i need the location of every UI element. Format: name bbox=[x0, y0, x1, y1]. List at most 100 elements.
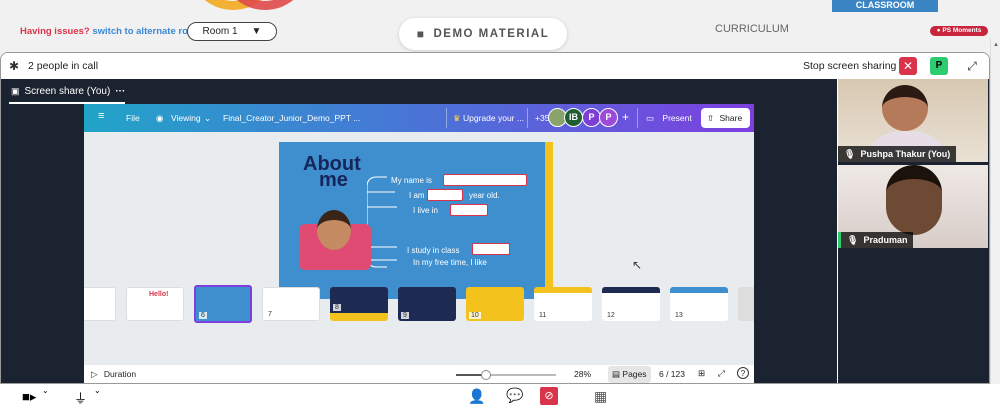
demo-material-label: DEMO MATERIAL bbox=[433, 28, 550, 40]
slide-line-class: I study in class bbox=[407, 246, 460, 255]
classroom-tab[interactable]: CLASSROOM bbox=[832, 0, 938, 12]
document-title[interactable]: Final_Creator_Junior_Demo_PPT ... bbox=[223, 113, 360, 123]
duration-button[interactable]: ▷ Duration bbox=[91, 369, 136, 380]
slide-thumbnail[interactable]: 10 bbox=[466, 287, 524, 321]
gear-icon[interactable]: ✱ bbox=[9, 59, 19, 73]
slide-thumbnail-current[interactable]: 6 bbox=[194, 285, 252, 323]
page-counter[interactable]: 6 / 123 bbox=[659, 369, 685, 379]
share-label: Share bbox=[719, 113, 743, 123]
share-button[interactable]: ⇧ Share bbox=[701, 108, 750, 128]
participant-name: Pushpa Thakur (You) bbox=[860, 149, 951, 159]
curriculum-tab[interactable]: CURRICULUM bbox=[715, 23, 789, 35]
slide-line-age: I am bbox=[409, 191, 425, 200]
participants-icon[interactable]: 👤 bbox=[468, 388, 485, 405]
participant-avatar[interactable]: P bbox=[930, 57, 948, 75]
chat-icon[interactable]: 💬 bbox=[506, 387, 523, 404]
file-menu[interactable]: File bbox=[126, 113, 140, 123]
grid-view-icon[interactable]: ⊞ bbox=[698, 368, 705, 379]
canva-toolbar: ≡ File ◉ Viewing ⌄ Final_Creator_Junior_… bbox=[84, 104, 754, 132]
upgrade-label: Upgrade your ... bbox=[463, 113, 524, 123]
screen-share-label: Screen share (You) bbox=[24, 86, 111, 97]
participant-video[interactable]: 🎙 Pushpa Thakur (You) bbox=[838, 79, 988, 162]
microphone-icon: 🎙 bbox=[847, 234, 859, 245]
upload-icon: ⇧ bbox=[707, 113, 715, 123]
chevron-down-icon[interactable]: ⌄ bbox=[204, 113, 211, 124]
top-bar: Having issues? switch to alternate room … bbox=[0, 0, 1000, 54]
participant-figure bbox=[882, 85, 928, 131]
caret-down-icon: ▼ bbox=[251, 26, 262, 37]
fullscreen-icon[interactable]: ⤢ bbox=[718, 368, 725, 379]
demo-material-button[interactable]: ■ DEMO MATERIAL bbox=[399, 18, 567, 50]
whiteboard-icon[interactable]: ▦ bbox=[594, 388, 607, 405]
stop-screen-share-icon[interactable]: ⊘ bbox=[540, 387, 558, 405]
slide-thumbnail[interactable]: 7 bbox=[262, 287, 320, 321]
thumbnail-number: 13 bbox=[673, 312, 685, 319]
participant-video[interactable]: 🎙 Praduman bbox=[838, 165, 988, 248]
camera-icon[interactable]: ■▸ bbox=[22, 389, 36, 405]
collaborator-avatar[interactable]: P bbox=[599, 108, 618, 127]
collaborator-avatar[interactable]: IB bbox=[564, 108, 583, 127]
people-count: 2 people in call bbox=[28, 60, 99, 72]
chevron-down-icon[interactable]: ⌄ bbox=[42, 386, 49, 395]
name-blank bbox=[443, 174, 527, 186]
slide-thumbnail[interactable]: 8 bbox=[330, 287, 388, 321]
thumbnail-title: Hello! bbox=[149, 291, 169, 298]
thumbnail-number: 12 bbox=[605, 312, 617, 319]
slide-accent-strip bbox=[545, 142, 553, 299]
slide-thumbnail[interactable] bbox=[84, 287, 116, 321]
canva-footer: ▷ Duration 28% ▤ Pages 6 / 123 ⊞ ⤢ ? bbox=[84, 365, 754, 383]
slide-thumbnail[interactable]: Hello! bbox=[126, 287, 184, 321]
present-icon: ▭ bbox=[646, 113, 655, 123]
slide-thumbnail[interactable]: 13 bbox=[670, 287, 728, 321]
present-label: Present bbox=[662, 113, 692, 123]
participant-name-tag: 🎙 Pushpa Thakur (You) bbox=[838, 146, 957, 162]
ps-moments-label: PS Moments bbox=[942, 27, 982, 34]
slide-canvas[interactable]: About me My name is I am year old. I liv… bbox=[279, 142, 553, 299]
thumbnail-number: 9 bbox=[401, 312, 409, 319]
help-button[interactable]: ? bbox=[737, 367, 749, 379]
city-blank bbox=[450, 204, 488, 216]
call-bar: ✱ 2 people in call Stop screen sharing ✕… bbox=[1, 53, 989, 79]
pages-label: Pages bbox=[622, 369, 647, 379]
thumbnail-number: 6 bbox=[199, 312, 207, 319]
viewing-menu[interactable]: Viewing bbox=[171, 113, 201, 123]
participant-figure bbox=[886, 165, 942, 235]
scroll-up-icon[interactable]: ▲ bbox=[993, 42, 999, 48]
thumbnail-number: 7 bbox=[266, 311, 274, 318]
zoom-slider-handle[interactable] bbox=[481, 370, 491, 380]
present-button[interactable]: ▭ Present bbox=[637, 108, 695, 128]
menu-icon[interactable]: ≡ bbox=[98, 110, 104, 122]
slide-thumbnail[interactable]: 9 bbox=[398, 287, 456, 321]
zoom-slider[interactable] bbox=[456, 370, 556, 380]
microphone-icon[interactable]: ⏚ bbox=[74, 388, 87, 407]
slide-line-hobby: In my free time, I like bbox=[413, 258, 487, 267]
switch-room-link[interactable]: switch to alternate room bbox=[92, 26, 202, 37]
slide-line-city: I live in bbox=[413, 206, 438, 215]
slide-thumbnail[interactable]: 11 bbox=[534, 287, 592, 321]
connector-lines bbox=[367, 176, 397, 268]
stop-share-close-button[interactable]: ✕ bbox=[899, 57, 917, 75]
page-scrollbar[interactable]: ▲ ▼ bbox=[990, 38, 1000, 409]
student-photo bbox=[299, 210, 371, 270]
slide-thumbnail[interactable]: 12 bbox=[602, 287, 660, 321]
more-icon[interactable]: ··· bbox=[115, 86, 125, 97]
play-icon: ▷ bbox=[91, 369, 98, 379]
screen-share-tab[interactable]: ▣ Screen share (You) ··· bbox=[9, 86, 125, 104]
pages-button[interactable]: ▤ Pages bbox=[608, 366, 651, 383]
ps-moments-badge[interactable]: ● PS Moments bbox=[930, 26, 988, 36]
zoom-slider-fill bbox=[456, 374, 484, 376]
canva-editor: ≡ File ◉ Viewing ⌄ Final_Creator_Junior_… bbox=[84, 104, 754, 383]
folder-icon: ■ bbox=[416, 27, 426, 41]
zoom-level[interactable]: 28% bbox=[574, 369, 591, 379]
add-collaborator-button[interactable]: + bbox=[622, 110, 629, 124]
camera-icon: ● bbox=[936, 27, 941, 34]
upgrade-button[interactable]: ♛ Upgrade your ... bbox=[446, 108, 528, 128]
call-frame: ✱ 2 people in call Stop screen sharing ✕… bbox=[0, 52, 990, 384]
fullscreen-icon[interactable]: ⤢ bbox=[963, 57, 981, 75]
chevron-down-icon[interactable]: ⌄ bbox=[94, 386, 101, 395]
room-select[interactable]: Room 1 ▼ bbox=[187, 22, 277, 41]
microphone-icon: 🎙 bbox=[844, 148, 856, 159]
slide-thumbnail[interactable] bbox=[738, 287, 754, 321]
video-panel: 🎙 Pushpa Thakur (You) 🎙 Praduman bbox=[838, 79, 989, 383]
stop-screen-sharing-label: Stop screen sharing bbox=[803, 60, 897, 72]
